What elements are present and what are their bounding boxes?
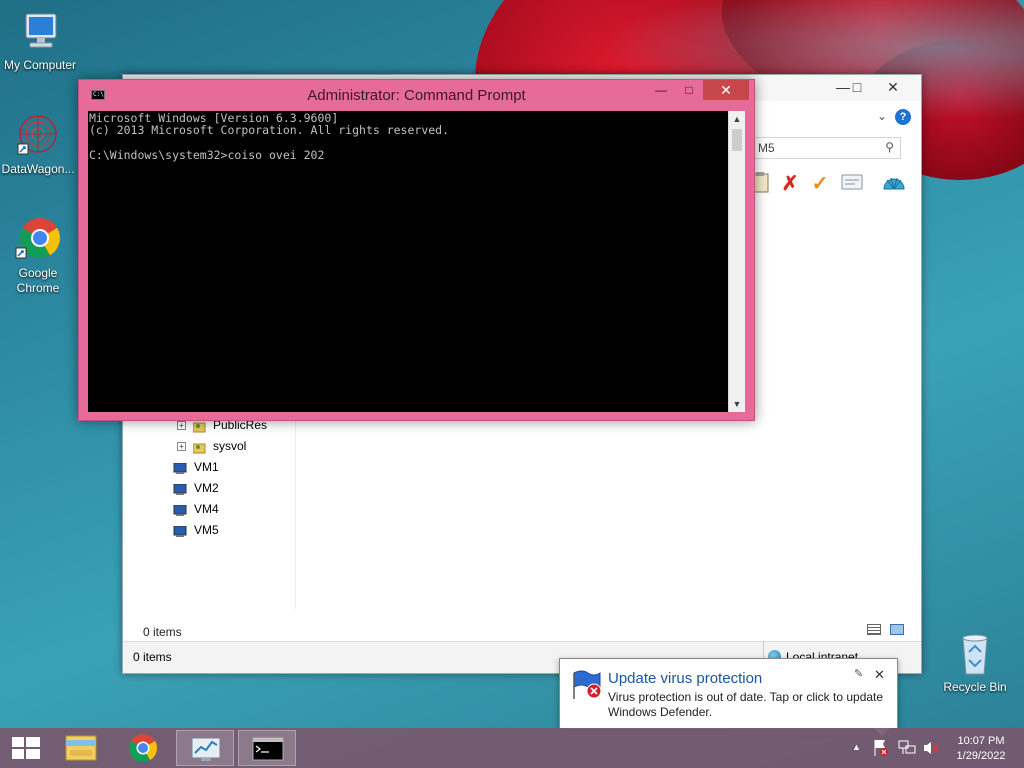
computer-icon bbox=[173, 461, 187, 474]
start-button[interactable] bbox=[0, 728, 52, 768]
search-input-text: M5 bbox=[758, 141, 775, 155]
taskbar-command-prompt[interactable] bbox=[238, 730, 296, 766]
status-item-count: 0 items bbox=[133, 650, 172, 664]
help-icon[interactable]: ? bbox=[895, 109, 911, 125]
clock-date: 1/29/2022 bbox=[956, 750, 1006, 762]
console-line: (c) 2013 Microsoft Corporation. All righ… bbox=[89, 123, 450, 138]
command-prompt-window[interactable]: C:\ Administrator: Command Prompt — □ ✕ … bbox=[78, 79, 755, 421]
taskbar-file-explorer[interactable] bbox=[52, 730, 110, 766]
network-icon[interactable] bbox=[898, 740, 916, 768]
search-input[interactable]: M5 ⚲ bbox=[751, 137, 901, 159]
cmd-icon bbox=[252, 737, 284, 761]
tree-item[interactable]: VM5 bbox=[153, 520, 313, 541]
server-manager-icon bbox=[191, 737, 221, 761]
search-icon[interactable]: ⚲ bbox=[885, 140, 894, 154]
scroll-up-icon[interactable]: ▲ bbox=[729, 111, 745, 127]
chevron-down-icon[interactable]: ⌄ bbox=[877, 109, 887, 123]
clock[interactable]: 10:07 PM 1/29/2022 bbox=[946, 734, 1016, 764]
windows-logo-icon bbox=[12, 737, 40, 759]
tree-item[interactable]: + sysvol bbox=[153, 436, 313, 457]
security-flag-icon bbox=[570, 669, 606, 701]
taskbar-chrome[interactable] bbox=[114, 730, 172, 766]
desktop-icon-label: Recycle Bin bbox=[943, 680, 1007, 694]
datawagon-icon bbox=[14, 112, 62, 160]
vertical-scrollbar[interactable]: ▲ ▼ bbox=[728, 111, 745, 412]
explorer-toolbar: ✗ ✓ bbox=[747, 171, 917, 197]
expand-icon[interactable]: + bbox=[177, 442, 186, 451]
folder-icon bbox=[65, 735, 97, 761]
tree-view[interactable]: + PublicRes + sysvol VM1 VM2 VM4 VM5 bbox=[153, 415, 313, 541]
toast-title: Update virus protection bbox=[608, 670, 763, 687]
desktop-icon-datawagon[interactable]: DataWagon... bbox=[0, 112, 78, 177]
share-folder-icon bbox=[192, 440, 207, 454]
action-center-icon[interactable] bbox=[872, 738, 890, 768]
show-hidden-icons-button[interactable]: ▲ bbox=[852, 742, 861, 768]
clock-time: 10:07 PM bbox=[957, 735, 1005, 747]
console-prompt-line: C:\Windows\system32>coiso ovei 202 bbox=[89, 147, 325, 162]
pane-divider[interactable] bbox=[295, 409, 296, 609]
desktop-icon-recycle-bin[interactable]: Recycle Bin bbox=[935, 630, 1015, 695]
taskbar-server-manager[interactable] bbox=[176, 730, 234, 766]
details-view-icon[interactable] bbox=[867, 624, 881, 635]
computer-icon bbox=[16, 8, 64, 56]
properties-icon[interactable] bbox=[839, 171, 865, 197]
notification-toast[interactable]: Update virus protection Virus protection… bbox=[559, 658, 898, 729]
expand-icon[interactable]: + bbox=[177, 421, 186, 430]
computer-icon bbox=[173, 482, 187, 495]
recycle-bin-icon bbox=[951, 630, 999, 678]
pin-icon[interactable]: ✎ bbox=[854, 667, 863, 680]
minimize-button[interactable]: — bbox=[647, 80, 675, 100]
cmd-titlebar[interactable]: C:\ Administrator: Command Prompt — □ ✕ bbox=[79, 80, 754, 110]
computer-icon bbox=[173, 524, 187, 537]
large-icons-view-icon[interactable] bbox=[890, 624, 905, 635]
delete-icon[interactable]: ✗ bbox=[777, 171, 803, 197]
scroll-thumb[interactable] bbox=[732, 129, 742, 151]
chrome-icon bbox=[14, 216, 62, 264]
desktop-icon-label: DataWagon... bbox=[1, 162, 75, 176]
close-icon[interactable]: ✕ bbox=[874, 667, 885, 683]
desktop-icon-label: Google Chrome bbox=[16, 266, 60, 295]
desktop-icon-label: My Computer bbox=[3, 58, 77, 72]
toast-message: Virus protection is out of date. Tap or … bbox=[608, 690, 884, 719]
shell-icon[interactable] bbox=[881, 171, 907, 197]
volume-muted-icon[interactable] bbox=[922, 740, 940, 768]
tree-item[interactable]: VM1 bbox=[153, 457, 313, 478]
tree-item[interactable]: VM2 bbox=[153, 478, 313, 499]
chrome-icon bbox=[129, 734, 157, 762]
pane-item-count: 0 items bbox=[143, 625, 182, 639]
maximize-button[interactable]: □ bbox=[843, 77, 871, 97]
taskbar: ▲ 10:07 PM 1/29/2022 bbox=[0, 728, 1024, 768]
scroll-down-icon[interactable]: ▼ bbox=[729, 396, 745, 412]
checkmark-icon[interactable]: ✓ bbox=[807, 171, 833, 197]
view-toggle-group bbox=[867, 624, 905, 638]
computer-icon bbox=[173, 503, 187, 516]
close-button[interactable]: ✕ bbox=[879, 77, 907, 97]
maximize-button[interactable]: □ bbox=[675, 80, 703, 100]
close-button[interactable]: ✕ bbox=[703, 80, 749, 100]
desktop-icon-my-computer[interactable]: My Computer bbox=[0, 8, 80, 73]
console-output[interactable]: Microsoft Windows [Version 6.3.9600] (c) … bbox=[88, 111, 728, 412]
tree-item[interactable]: VM4 bbox=[153, 499, 313, 520]
desktop-icon-google-chrome[interactable]: Google Chrome bbox=[0, 216, 78, 296]
